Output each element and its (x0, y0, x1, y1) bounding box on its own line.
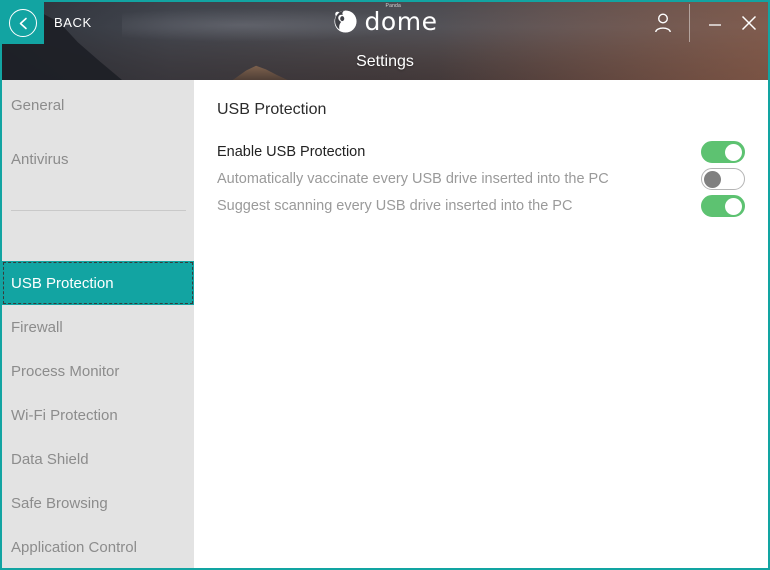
title-bar: BACK Panda dome (2, 2, 768, 44)
sidebar-item-data-shield[interactable]: Data Shield (2, 437, 194, 481)
sidebar-item-label: USB Protection (11, 274, 114, 292)
toggle-knob (725, 197, 742, 215)
page-title: Settings (356, 53, 414, 70)
brand-superscript: Panda (385, 3, 402, 9)
option-label: Automatically vaccinate every USB drive … (217, 170, 609, 187)
close-button[interactable] (738, 12, 760, 34)
app-window: BACK Panda dome Settings General Antivir… (0, 0, 770, 570)
sidebar-item-label: Process Monitor (11, 362, 120, 380)
brand-name: dome (364, 7, 438, 36)
settings-sidebar: General Antivirus USB Protection Firewall Pr… (2, 80, 194, 568)
panda-icon (333, 10, 357, 33)
user-account-icon[interactable] (651, 11, 675, 35)
toggle-knob (704, 170, 721, 188)
minimize-icon (709, 24, 721, 26)
option-row: Automatically vaccinate every USB drive … (217, 165, 745, 192)
brand-wordmark: Panda dome (364, 3, 438, 36)
sidebar-item-safe-browsing[interactable]: Safe Browsing (2, 481, 194, 525)
header-banner: BACK Panda dome Settings (2, 2, 768, 80)
sidebar-item-label: Data Shield (11, 450, 89, 468)
sidebar-item-process-monitor[interactable]: Process Monitor (2, 349, 194, 393)
body-area: General Antivirus USB Protection Firewall Pr… (2, 80, 768, 568)
sidebar-item-antivirus[interactable]: Antivirus (2, 137, 194, 181)
sidebar-divider (11, 210, 186, 211)
sidebar-item-wi-fi-protection[interactable]: Wi-Fi Protection (2, 393, 194, 437)
sidebar-item-label: General (11, 96, 65, 114)
titlebar-divider (689, 4, 690, 42)
sidebar-item-label: Firewall (11, 318, 63, 336)
content-heading: USB Protection (217, 101, 327, 118)
sidebar-item-usb-protection[interactable]: USB Protection (2, 261, 194, 305)
minimize-button[interactable] (704, 12, 726, 34)
sidebar-item-label: Wi-Fi Protection (11, 406, 118, 424)
settings-content-panel: USB Protection Enable USB Protection Auto… (194, 80, 768, 568)
option-toggle-on[interactable] (701, 140, 745, 163)
option-label: Suggest scanning every USB drive inserte… (217, 197, 573, 214)
sidebar-item-firewall[interactable]: Firewall (2, 305, 194, 349)
option-label: Enable USB Protection (217, 143, 366, 160)
close-icon (741, 15, 757, 31)
option-toggle-off[interactable] (701, 167, 745, 190)
option-toggle-on[interactable] (701, 194, 745, 217)
user-glyph (655, 13, 671, 33)
sidebar-item-label: Application Control (11, 538, 137, 556)
option-row: Suggest scanning every USB drive inserte… (217, 192, 745, 219)
settings-title-strip: Settings (2, 44, 768, 80)
toggle-knob (725, 143, 742, 161)
sidebar-item-label: Safe Browsing (11, 494, 108, 512)
option-row: Enable USB Protection (217, 138, 745, 165)
sidebar-item-general[interactable]: General (2, 83, 194, 127)
sidebar-item-application-control[interactable]: Application Control (2, 525, 194, 568)
sidebar-item-label: Antivirus (11, 150, 69, 168)
